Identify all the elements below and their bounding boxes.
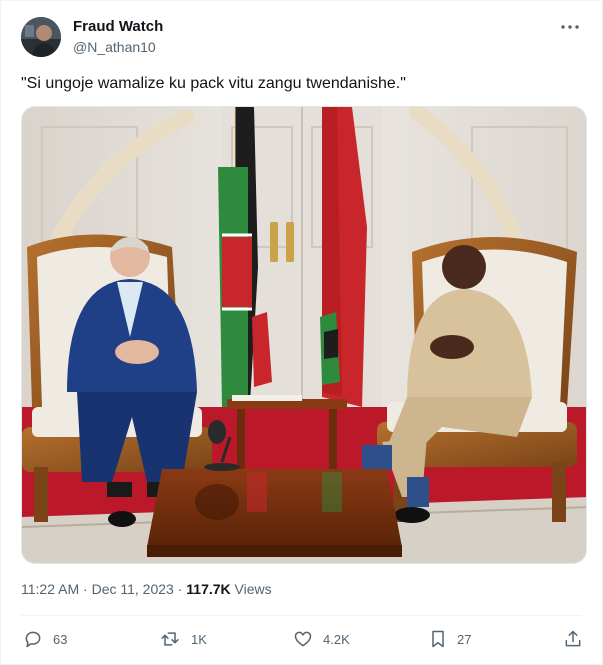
repost-icon [161,632,179,646]
tweet-text: "Si ungoje wamalize ku pack vitu zangu t… [21,75,406,92]
bookmark-count: 27 [457,631,472,647]
tweet-card: Fraud Watch @N_athan10 "Si ungoje wamali… [0,0,603,665]
like-button[interactable]: 4.2K [293,629,350,649]
reply-count: 63 [53,631,68,647]
more-icon[interactable] [558,17,582,37]
share-icon [565,630,581,647]
divider [21,615,582,616]
tweet-time[interactable]: 11:22 AM [21,581,79,597]
author-handle[interactable]: @N_athan10 [73,39,156,55]
bookmark-button[interactable]: 27 [429,629,471,649]
meta-separator: · [83,581,88,597]
share-button[interactable] [563,629,583,649]
meta-separator: · [177,581,183,597]
like-count: 4.2K [323,631,350,647]
action-bar: 63 1K 4.2K 27 [21,625,582,657]
author-name[interactable]: Fraud Watch [73,18,163,35]
tweet-date[interactable]: Dec 11, 2023 [92,581,174,597]
bookmark-icon [432,630,444,648]
tweet-photo[interactable] [21,106,587,564]
repost-button[interactable]: 1K [159,629,207,649]
avatar[interactable] [21,17,61,57]
like-icon [294,631,312,647]
reply-icon [25,631,41,648]
reply-button[interactable]: 63 [23,629,67,649]
tweet-meta: 11:22 AM · Dec 11, 2023 · 117.7K Views [21,581,272,597]
views-label: Views [234,581,272,597]
repost-count: 1K [191,631,207,647]
views-count: 117.7K [186,581,231,597]
